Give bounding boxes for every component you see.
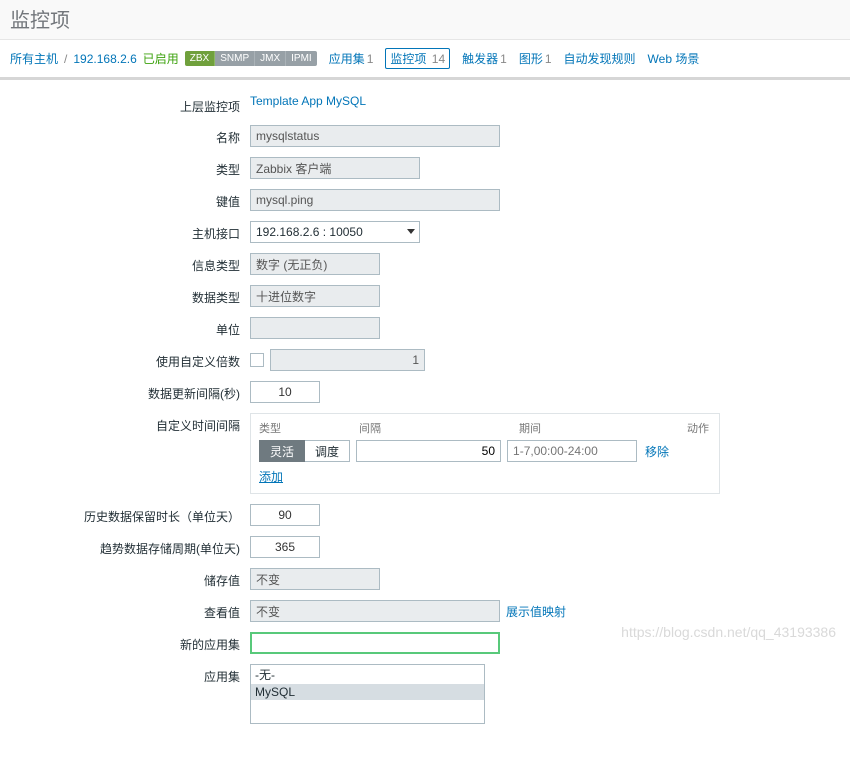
tag-jmx[interactable]: JMX [255,51,286,66]
int-h-period: 期间 [519,420,669,436]
tag-snmp[interactable]: SNMP [215,51,255,66]
custom-interval-row: 灵活 调度 移除 [259,440,711,462]
lbl-interval: 数据更新间隔(秒) [0,381,250,402]
history-field[interactable] [250,504,320,526]
lbl-store: 储存值 [0,568,250,589]
nav-apps[interactable]: 应用集1 [329,50,374,67]
tag-zbx[interactable]: ZBX [185,51,215,66]
apps-opt-none[interactable]: -无- [251,665,484,684]
custom-interval-box: 类型 间隔 期间 动作 灵活 调度 移除 添加 [250,413,720,494]
show-field [250,600,500,622]
lbl-custom-int: 自定义时间间隔 [0,413,250,434]
int-h-interval: 间隔 [359,420,519,436]
show-value-map-link[interactable]: 展示值映射 [506,603,566,620]
nav-discovery[interactable]: 自动发现规则 [564,50,636,67]
nav-web[interactable]: Web 场景 [648,50,700,67]
form-area: 上层监控项 Template App MySQL 名称 类型 键值 主机接口 1… [0,80,850,764]
nav-items[interactable]: 监控项 14 [385,48,450,69]
lbl-info: 信息类型 [0,253,250,274]
lbl-apps: 应用集 [0,664,250,685]
mult-checkbox[interactable] [250,353,264,367]
newapp-field[interactable] [250,632,500,654]
info-field [250,253,380,275]
iface-select[interactable]: 192.168.2.6 : 10050 [250,221,420,243]
int-h-action: 动作 [669,420,709,436]
breadcrumb-all-hosts[interactable]: 所有主机 [10,50,58,67]
parent-template-link[interactable]: Template App MySQL [250,94,366,108]
int-remove-link[interactable]: 移除 [645,443,669,460]
int-period-field[interactable] [507,440,637,462]
lbl-history: 历史数据保留时长（单位天） [0,504,250,525]
key-field[interactable] [250,189,500,211]
lbl-trend: 趋势数据存储周期(单位天) [0,536,250,557]
int-add-link[interactable]: 添加 [259,468,711,485]
data-field [250,285,380,307]
lbl-data: 数据类型 [0,285,250,306]
lbl-mult: 使用自定义倍数 [0,349,250,370]
host-enabled: 已启用 [143,50,179,67]
chevron-down-icon [407,229,415,234]
lbl-unit: 单位 [0,317,250,338]
lbl-name: 名称 [0,125,250,146]
nav-graphs[interactable]: 图形1 [519,50,552,67]
store-field [250,568,380,590]
breadcrumb-host[interactable]: 192.168.2.6 [73,52,136,66]
breadcrumb-sep: / [64,52,67,66]
int-tab-flex[interactable]: 灵活 [259,440,305,462]
header-bar: 所有主机 / 192.168.2.6 已启用 ZBX SNMP JMX IPMI… [0,40,850,80]
lbl-parent: 上层监控项 [0,94,250,115]
interval-field[interactable] [250,381,320,403]
apps-listbox[interactable]: -无- MySQL [250,664,485,724]
lbl-show: 查看值 [0,600,250,621]
lbl-key: 键值 [0,189,250,210]
page-title: 监控项 [0,0,850,40]
type-field [250,157,420,179]
int-interval-field[interactable] [356,440,501,462]
name-field[interactable] [250,125,500,147]
nav-triggers[interactable]: 触发器1 [462,50,507,67]
mult-field [270,349,425,371]
apps-opt-mysql[interactable]: MySQL [251,684,484,700]
lbl-type: 类型 [0,157,250,178]
host-tag-group: ZBX SNMP JMX IPMI [185,51,317,66]
int-tab-sched[interactable]: 调度 [305,440,350,462]
int-h-type: 类型 [259,420,359,436]
trend-field[interactable] [250,536,320,558]
tag-ipmi[interactable]: IPMI [286,51,317,66]
unit-field[interactable] [250,317,380,339]
lbl-iface: 主机接口 [0,221,250,242]
